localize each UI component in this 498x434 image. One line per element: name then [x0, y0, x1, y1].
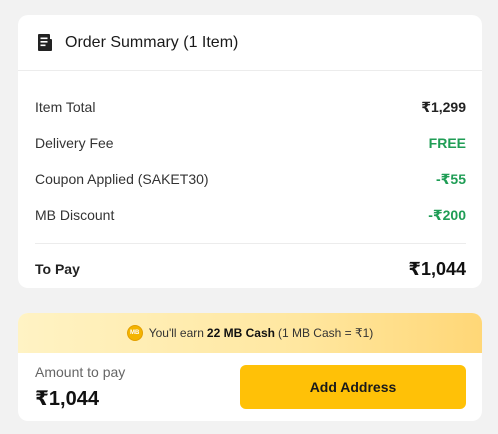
to-pay-label: To Pay: [35, 261, 80, 277]
mb-discount-label: MB Discount: [35, 207, 115, 223]
banner-text-before: You'll earn: [148, 326, 204, 340]
banner-highlight: 22 MB Cash: [206, 326, 275, 340]
receipt-icon: [36, 33, 54, 53]
mb-discount-value: -₹200: [428, 206, 466, 223]
amount-to-pay-label: Amount to pay: [35, 363, 126, 380]
order-summary-header: Order Summary (1 Item): [18, 15, 482, 71]
item-total-value: ₹1,299: [421, 98, 466, 115]
total-divider: [35, 243, 466, 244]
delivery-fee-label: Delivery Fee: [35, 135, 114, 151]
item-total-row: Item Total ₹1,299: [35, 89, 466, 125]
mb-discount-row: MB Discount -₹200: [35, 197, 466, 233]
order-summary-card: Order Summary (1 Item) Item Total ₹1,299…: [18, 15, 482, 288]
pay-area: Amount to pay ₹1,044 Add Address: [18, 353, 482, 421]
coupon-row: Coupon Applied (SAKET30) -₹55: [35, 161, 466, 197]
amount-block: Amount to pay ₹1,044: [35, 364, 125, 411]
delivery-fee-row: Delivery Fee FREE: [35, 125, 466, 161]
to-pay-row: To Pay ₹1,044: [18, 249, 482, 289]
item-total-label: Item Total: [35, 99, 96, 115]
delivery-fee-value: FREE: [428, 135, 466, 151]
banner-text-after: (1 MB Cash = ₹1): [277, 326, 374, 340]
amount-to-pay-value: ₹1,044: [35, 387, 99, 410]
coupon-label: Coupon Applied (SAKET30): [35, 171, 209, 187]
to-pay-value: ₹1,044: [408, 258, 466, 279]
order-summary-title: Order Summary (1 Item): [65, 33, 239, 51]
add-address-button[interactable]: Add Address: [240, 365, 466, 409]
coupon-value: -₹55: [436, 170, 466, 187]
checkout-footer: MB You'll earn 22 MB Cash (1 MB Cash = ₹…: [18, 313, 482, 421]
mb-coin-icon: MB: [126, 325, 143, 341]
mb-cash-banner: MB You'll earn 22 MB Cash (1 MB Cash = ₹…: [18, 313, 482, 353]
